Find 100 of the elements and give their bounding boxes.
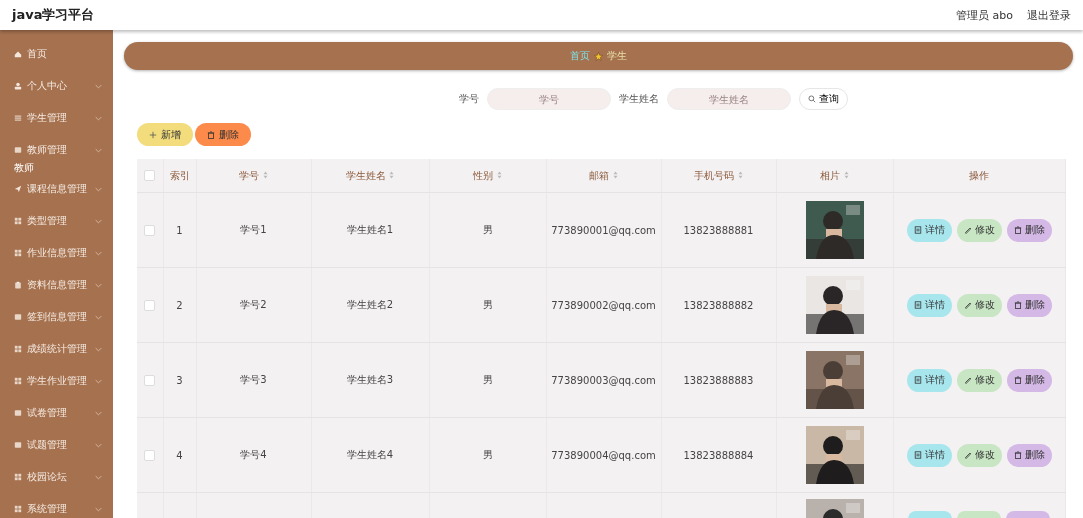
detail-button[interactable]: 详情 — [906, 368, 952, 392]
grid-icon — [14, 505, 22, 513]
menu-item[interactable]: 学生作业管理 — [0, 365, 113, 397]
edit-button[interactable]: 修改 — [956, 443, 1002, 467]
column-header[interactable]: 性别 — [473, 169, 494, 181]
action-button[interactable] — [1006, 511, 1050, 518]
table-cell: 男 — [482, 299, 493, 310]
delete-button[interactable]: 删除 — [1006, 218, 1052, 242]
square-icon — [14, 441, 22, 449]
trash-icon — [1013, 226, 1022, 234]
column-header: 索引 — [169, 169, 190, 181]
trash-icon — [1013, 451, 1022, 459]
app-title: java学习平台 — [12, 6, 95, 24]
table-cell: 773890003@qq.com — [551, 374, 656, 386]
column-header[interactable]: 相片 — [820, 169, 841, 181]
search-field[interactable]: 学生姓名 — [667, 88, 791, 110]
clipboard-icon — [14, 281, 22, 289]
user-icon — [14, 82, 22, 90]
square-icon — [14, 146, 22, 154]
table-cell: 学号1 — [240, 224, 267, 235]
menu-item[interactable]: 系统管理 — [0, 493, 113, 518]
pencil-icon — [963, 376, 972, 384]
menu-item[interactable]: 成绩统计管理 — [0, 333, 113, 365]
field-label: 学号 — [459, 92, 479, 106]
column-header[interactable]: 邮箱 — [589, 169, 610, 181]
table-cell: 13823888881 — [683, 224, 754, 236]
doc-icon — [913, 451, 922, 459]
pencil-icon — [963, 301, 972, 309]
grid-icon — [14, 473, 22, 481]
menu-item[interactable]: 学生管理 — [0, 102, 113, 134]
checkbox[interactable] — [144, 299, 156, 311]
menu-item[interactable]: 试卷管理 — [0, 397, 113, 429]
breadcrumb-link[interactable]: 学生 — [607, 49, 627, 63]
grid-icon — [14, 377, 22, 385]
table-cell: 13823888883 — [683, 374, 754, 386]
search-button[interactable]: 查询 — [799, 88, 848, 110]
user-label: 管理员 abo — [956, 7, 1013, 23]
delete-button[interactable]: 删除 — [1006, 293, 1052, 317]
delete-button[interactable]: 删除 — [1006, 368, 1052, 392]
doc-icon — [913, 301, 922, 309]
checkbox[interactable] — [144, 374, 156, 386]
table-cell: 学生姓名1 — [346, 224, 394, 235]
star-icon — [594, 51, 603, 61]
column-header[interactable]: 手机号码 — [694, 169, 735, 181]
table-cell: 男 — [482, 449, 493, 460]
table-cell: 学号4 — [240, 449, 267, 460]
doc-icon — [913, 226, 922, 234]
delete-button[interactable]: 删除 — [1006, 443, 1052, 467]
paper-plane-icon — [14, 185, 22, 193]
table-cell: 773890001@qq.com — [551, 224, 656, 236]
menu-item[interactable]: 课程信息管理 — [0, 173, 113, 205]
menu-item[interactable]: 个人中心 — [0, 70, 113, 102]
grid-icon — [14, 249, 22, 257]
checkbox[interactable] — [144, 224, 156, 236]
field-label: 学生姓名 — [619, 92, 659, 106]
checkbox[interactable] — [144, 449, 156, 461]
grid-icon — [14, 345, 22, 353]
column-header[interactable]: 学号 — [239, 169, 260, 181]
action-button[interactable] — [908, 511, 952, 518]
column-header[interactable]: 学生姓名 — [345, 169, 386, 181]
square-icon — [14, 313, 22, 321]
table-cell: 13823888884 — [683, 449, 754, 461]
menu-item[interactable]: 作业信息管理 — [0, 237, 113, 269]
table-cell: 2 — [176, 299, 183, 311]
action-button[interactable] — [957, 511, 1001, 518]
edit-button[interactable]: 修改 — [956, 293, 1002, 317]
detail-button[interactable]: 详情 — [906, 218, 952, 242]
menu-item[interactable]: 类型管理 — [0, 205, 113, 237]
square-icon — [14, 409, 22, 417]
table-cell: 学生姓名4 — [346, 449, 394, 460]
menu-item[interactable]: 资料信息管理 — [0, 269, 113, 301]
detail-button[interactable]: 详情 — [906, 443, 952, 467]
table-cell: 学生姓名3 — [346, 374, 394, 385]
menu-note: 教师 — [13, 162, 35, 173]
search-icon — [808, 95, 816, 103]
table-cell: 学号3 — [240, 374, 267, 385]
doc-icon — [913, 376, 922, 384]
pencil-icon — [963, 451, 972, 459]
trash-icon — [1013, 301, 1022, 309]
breadcrumb-link[interactable]: 首页 — [570, 49, 590, 63]
table-cell: 男 — [482, 224, 493, 235]
column-header: 操作 — [969, 169, 989, 181]
menu-item[interactable]: 签到信息管理 — [0, 301, 113, 333]
delete-button[interactable]: 删除 — [195, 123, 251, 146]
menu-item[interactable]: 首页 — [0, 38, 113, 70]
add-button[interactable]: 新增 — [137, 123, 193, 146]
edit-button[interactable]: 修改 — [956, 218, 1002, 242]
table-cell: 学号2 — [240, 299, 267, 310]
checkbox[interactable] — [144, 170, 156, 182]
detail-button[interactable]: 详情 — [906, 293, 952, 317]
grid-icon — [14, 217, 22, 225]
edit-button[interactable]: 修改 — [956, 368, 1002, 392]
table-cell: 男 — [482, 374, 493, 385]
menu-item[interactable]: 校园论坛 — [0, 461, 113, 493]
search-field[interactable]: 学号 — [487, 88, 611, 110]
table-cell: 773890004@qq.com — [551, 449, 656, 461]
table-cell: 3 — [176, 374, 183, 386]
trash-icon — [207, 130, 215, 139]
menu-item[interactable]: 试题管理 — [0, 429, 113, 461]
logout-link[interactable]: 退出登录 — [1027, 7, 1071, 23]
